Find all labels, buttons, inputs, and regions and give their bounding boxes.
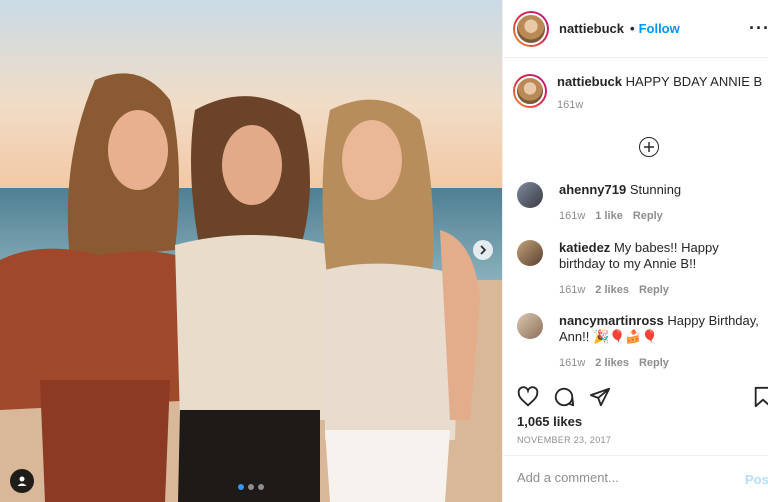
reply-button[interactable]: Reply bbox=[639, 284, 669, 296]
caption-username[interactable]: nattiebuck bbox=[557, 74, 622, 89]
comment-text: Stunning bbox=[629, 182, 682, 197]
carousel-dot bbox=[238, 484, 244, 490]
post-actions bbox=[517, 386, 611, 408]
comment-input[interactable] bbox=[517, 470, 717, 485]
comment-likes[interactable]: 2 likes bbox=[595, 284, 629, 296]
comment-time[interactable]: 161w bbox=[559, 210, 585, 222]
comment-time[interactable]: 161w bbox=[559, 357, 585, 369]
add-comment-bar: Post bbox=[503, 455, 768, 502]
comment-avatar[interactable] bbox=[517, 240, 543, 266]
carousel-dot bbox=[258, 484, 264, 490]
comment-likes[interactable]: 1 like bbox=[595, 210, 623, 222]
post-comment-button[interactable]: Post bbox=[745, 472, 768, 487]
comment-item: ahenny719 Stunning 161w 1 like Reply bbox=[517, 182, 768, 224]
carousel-indicator bbox=[238, 484, 264, 490]
more-options-icon[interactable]: ··· bbox=[749, 18, 768, 39]
comment-time[interactable]: 161w bbox=[559, 284, 585, 296]
post-header: nattiebuck • Follow ··· bbox=[503, 0, 768, 58]
caption-time[interactable]: 161w bbox=[557, 99, 583, 111]
reply-button[interactable]: Reply bbox=[639, 357, 669, 369]
follow-separator: • bbox=[630, 21, 635, 36]
heart-icon[interactable] bbox=[517, 386, 539, 408]
comment-avatar[interactable] bbox=[517, 313, 543, 339]
author-username[interactable]: nattiebuck bbox=[559, 21, 624, 36]
likes-count[interactable]: 1,065 likes bbox=[517, 414, 582, 429]
chevron-right-icon bbox=[480, 245, 487, 255]
share-icon[interactable] bbox=[589, 386, 611, 408]
comment-username[interactable]: katiedez bbox=[559, 240, 610, 255]
comment-item: nancymartinross Happy Birthday, Ann!! 🎉🎈… bbox=[517, 313, 768, 371]
photo-image bbox=[0, 0, 502, 502]
follow-button[interactable]: Follow bbox=[639, 21, 680, 36]
comment-username[interactable]: nancymartinross bbox=[559, 313, 664, 328]
comment-icon[interactable] bbox=[553, 386, 575, 408]
comment-username[interactable]: ahenny719 bbox=[559, 182, 626, 197]
user-icon bbox=[17, 476, 27, 486]
caption-avatar[interactable] bbox=[513, 74, 547, 108]
post-caption: nattiebuck HAPPY BDAY ANNIE B 161w bbox=[513, 74, 762, 111]
next-slide-button[interactable] bbox=[473, 240, 493, 260]
comment-likes[interactable]: 2 likes bbox=[595, 357, 629, 369]
plus-icon bbox=[644, 142, 654, 152]
post-side-panel: nattiebuck • Follow ··· nattiebuck HAPPY … bbox=[502, 0, 768, 502]
author-avatar[interactable] bbox=[513, 10, 549, 47]
tagged-users-button[interactable] bbox=[10, 469, 34, 493]
carousel-dot bbox=[248, 484, 254, 490]
comment-avatar[interactable] bbox=[517, 182, 543, 208]
comment-item: katiedez My babes!! Happy birthday to my… bbox=[517, 240, 768, 298]
post-date[interactable]: NOVEMBER 23, 2017 bbox=[517, 435, 611, 445]
reply-button[interactable]: Reply bbox=[633, 210, 663, 222]
post-photo[interactable] bbox=[0, 0, 502, 502]
bookmark-icon[interactable] bbox=[753, 386, 768, 408]
caption-text: HAPPY BDAY ANNIE B bbox=[625, 74, 763, 89]
load-more-comments-button[interactable] bbox=[639, 137, 659, 157]
